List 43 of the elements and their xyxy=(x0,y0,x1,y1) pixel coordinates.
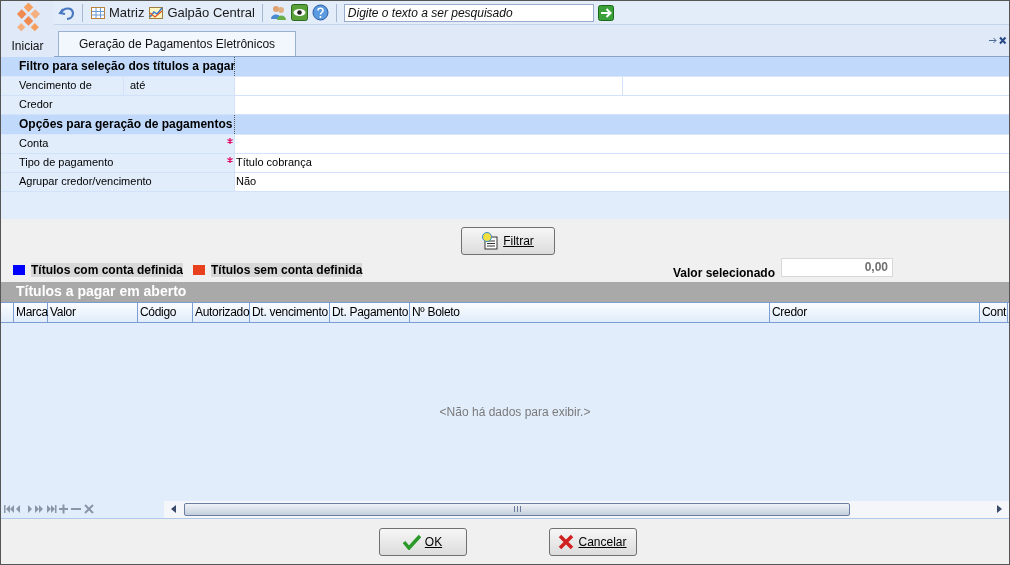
column-header[interactable]: Marca xyxy=(14,303,48,322)
column-header[interactable]: Valor xyxy=(48,303,138,322)
column-header[interactable]: Nº Boleto xyxy=(410,303,770,322)
field-label: Agrupar credor/vencimento xyxy=(19,175,153,187)
grid-icon xyxy=(90,4,106,21)
column-header[interactable]: Dt. vencimento xyxy=(250,303,330,322)
close-icon[interactable] xyxy=(989,36,1007,45)
legend-label: Títulos sem conta definida xyxy=(211,263,363,277)
grip-icon xyxy=(513,506,521,512)
ok-button[interactable]: OK xyxy=(378,527,467,556)
empty-message: <Não há dados para exibir.> xyxy=(438,404,591,419)
column-header[interactable]: Dt. Pagamento xyxy=(330,303,410,322)
value-label: Valor selecionado xyxy=(672,266,775,280)
field-label: Vencimento de xyxy=(1,77,123,95)
section-header: Filtro para seleção dos títulos a pagar xyxy=(1,57,235,76)
toolbar-button[interactable]: Matriz xyxy=(90,4,145,21)
checkmark-icon xyxy=(402,533,421,550)
chart-icon xyxy=(148,4,165,21)
column-header[interactable]: Credor xyxy=(770,303,980,322)
section-header: Opções para geração de pagamentos xyxy=(1,115,235,134)
column-header[interactable]: Cont xyxy=(980,303,1008,322)
report-icon xyxy=(481,232,500,250)
filter-button[interactable]: Filtrar xyxy=(460,227,555,255)
column-header[interactable]: Código xyxy=(138,303,193,322)
tab[interactable]: Geração de Pagamentos Eletrônicos xyxy=(58,31,297,56)
field-label: Tipo de pagamento xyxy=(19,156,115,168)
search-field[interactable]: Digite o texto a ser pesquisado xyxy=(343,3,594,22)
go-arrow-icon[interactable] xyxy=(597,4,614,21)
horizontal-scrollbar[interactable] xyxy=(164,500,1009,518)
field-label: até xyxy=(123,77,234,95)
help-icon[interactable] xyxy=(311,4,329,21)
field-label: Conta xyxy=(19,137,50,149)
eye-icon[interactable] xyxy=(290,4,308,21)
value-field: 0,00 xyxy=(781,257,893,277)
tab[interactable]: Iniciar xyxy=(4,35,51,57)
grid-title-bar: Títulos a pagar em aberto xyxy=(1,282,1009,302)
close-icon xyxy=(558,533,575,550)
legend-label: Títulos com conta definida xyxy=(31,263,183,277)
toolbar-button[interactable]: Galpão Central xyxy=(148,4,255,21)
cancel-button[interactable]: Cancelar xyxy=(548,527,637,556)
column-header[interactable]: Autorizado xyxy=(193,303,250,322)
undo-icon[interactable] xyxy=(58,4,75,21)
field-label: Credor xyxy=(19,98,54,110)
